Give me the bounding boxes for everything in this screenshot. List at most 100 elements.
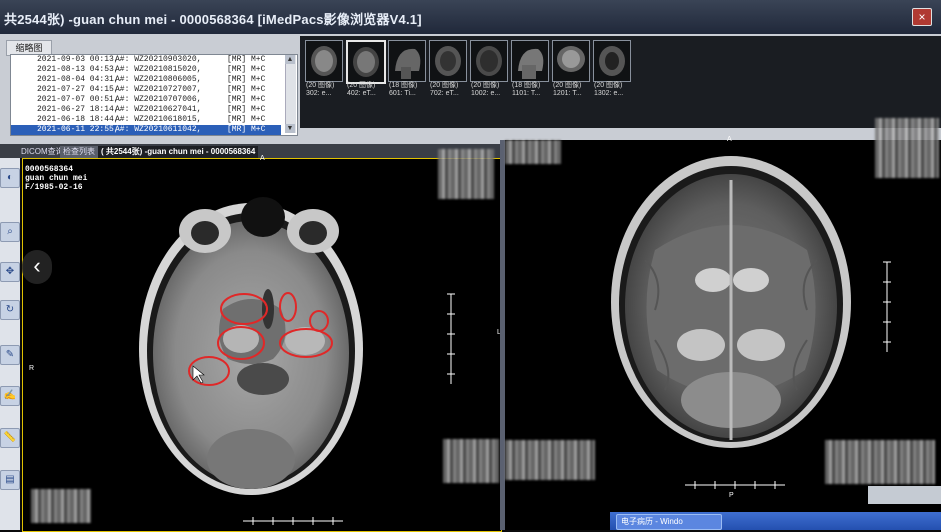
series-count: (18 图像): [389, 82, 418, 89]
series-desc: 702: eT...: [430, 90, 459, 97]
study-row[interactable]: 2021-08-13 04:53,A#: WZ20210815020, [MR] …: [11, 65, 281, 75]
study-tag: [MR] M+C: [227, 115, 266, 124]
study-date: 2021-06-27 18:14,: [37, 105, 119, 114]
study-row[interactable]: 2021-08-04 04:31,A#: WZ20210806005, [MR] …: [11, 75, 281, 85]
series-thumbnail[interactable]: [593, 40, 631, 82]
study-date: 2021-08-04 04:31,: [37, 75, 119, 84]
series-caption: (20 图像) 1002: e...: [471, 82, 517, 98]
study-row[interactable]: 2021-06-27 18:14,A#: WZ20210627041, [MR] …: [11, 105, 281, 115]
redacted-overlay: [505, 140, 561, 164]
series-caption: (20 图像) 302: e...: [306, 82, 352, 98]
window-title: 共2544张) -guan chun mei - 0000568364 [iMe…: [4, 12, 422, 27]
viewport-left[interactable]: 0000568364 guan chun mei F/1985-02-16 A …: [22, 149, 502, 532]
study-date: 2021-08-13 04:53,: [37, 65, 119, 74]
study-accession: A#: WZ20210707006,: [115, 95, 202, 104]
tab-current-patient[interactable]: ( 共2544张) -guan chun mei - 0000568364: [98, 146, 259, 158]
system-tray: [868, 486, 941, 504]
ruler-icon[interactable]: 📏: [0, 428, 20, 448]
close-button[interactable]: ×: [912, 8, 932, 26]
redacted-overlay: [31, 489, 91, 523]
redacted-overlay: [438, 149, 494, 199]
series-desc: 302: e...: [306, 90, 332, 97]
window-level-icon[interactable]: ◐: [0, 168, 20, 188]
study-tag: [MR] M+C: [227, 85, 266, 94]
study-accession: A#: WZ20210903020,: [115, 55, 202, 64]
pan-icon[interactable]: ✥: [0, 262, 20, 282]
patient-name: guan chun mei: [25, 174, 88, 183]
series-desc: 1302: e...: [594, 90, 624, 97]
orientation-marker-top: A: [260, 155, 265, 162]
previous-arrow-icon[interactable]: ‹: [22, 250, 52, 284]
patient-id: 0000568364: [25, 165, 74, 174]
rotate-icon[interactable]: ↻: [0, 300, 20, 320]
series-desc: 1101: T...: [512, 90, 541, 97]
viewport-right[interactable]: A P: [505, 118, 941, 530]
series-desc: 402: eT...: [347, 90, 376, 97]
study-row[interactable]: 2021-09-03 00:13,A#: WZ20210903020, [MR] …: [11, 55, 281, 65]
study-list[interactable]: 2021-09-03 00:13,A#: WZ20210903020, [MR] …: [10, 54, 298, 136]
redacted-overlay: [875, 118, 939, 178]
series-desc: 1201: T...: [553, 90, 582, 97]
annotate-icon[interactable]: ✍: [0, 386, 20, 406]
study-date: 2021-07-27 04:15,: [37, 85, 119, 94]
orientation-marker-top: A: [727, 136, 732, 143]
study-accession: A#: WZ20210627041,: [115, 105, 202, 114]
flair-axial-image: [139, 197, 455, 525]
study-tag: [MR] M+C: [227, 55, 266, 64]
study-row-selected[interactable]: 2021-06-11 22:55,A#: WZ20210611042, [MR] …: [11, 125, 281, 135]
series-caption: (20 图像) 702: eT...: [430, 82, 476, 98]
orientation-marker-bottom: P: [729, 492, 734, 499]
study-accession: A#: WZ20210727007,: [115, 85, 202, 94]
study-date: 2021-09-03 00:13,: [37, 55, 119, 64]
orientation-marker-left: R: [29, 365, 35, 372]
measure-icon[interactable]: ✎: [0, 345, 20, 365]
series-count: (20 图像): [471, 82, 500, 89]
tab-study-list[interactable]: 检查列表: [60, 146, 98, 158]
series-count: (20 图像): [594, 82, 623, 89]
study-date: 2021-07-07 00:51,: [37, 95, 119, 104]
series-count: (20 图像): [553, 82, 582, 89]
series-count: (20 图像): [306, 82, 335, 89]
study-accession: A#: WZ20210815020,: [115, 65, 202, 74]
patient-sex-dob: F/1985-02-16: [25, 183, 83, 192]
study-date: 2021-06-18 18:44,: [37, 115, 119, 124]
series-thumbnail-selected[interactable]: [346, 40, 386, 84]
study-tag: [MR] M+C: [227, 95, 266, 104]
series-thumbnail[interactable]: [429, 40, 467, 82]
study-tag: [MR] M+C: [227, 105, 266, 114]
series-thumbnail[interactable]: [511, 40, 549, 82]
series-desc: 601: Ti...: [389, 90, 416, 97]
series-thumbnail[interactable]: [305, 40, 343, 82]
redacted-overlay: [825, 440, 935, 484]
series-thumbnail[interactable]: [552, 40, 590, 82]
study-row[interactable]: 2021-06-18 18:44,A#: WZ20210618015, [MR] …: [11, 115, 281, 125]
study-row[interactable]: 2021-07-07 00:51,A#: WZ20210707006, [MR] …: [11, 95, 281, 105]
series-count: (18 图像): [512, 82, 541, 89]
series-caption: (20 图像) 1302: e...: [594, 82, 640, 98]
print-icon[interactable]: ▤: [0, 470, 20, 490]
study-row[interactable]: 2021-07-27 04:15,A#: WZ20210727007, [MR] …: [11, 85, 281, 95]
series-caption: (18 图像) 601: Ti...: [389, 82, 435, 98]
study-accession: A#: WZ20210806005,: [115, 75, 202, 84]
scroll-down-icon[interactable]: ▼: [285, 124, 295, 133]
zoom-icon[interactable]: ⌕: [0, 222, 20, 242]
study-date: 2021-06-11 22:55,: [37, 125, 119, 134]
study-list-scrollbar[interactable]: [285, 55, 296, 133]
series-caption: (18 图像) 1101: T...: [512, 82, 558, 98]
series-desc: 1002: e...: [471, 90, 501, 97]
series-thumbnail[interactable]: [470, 40, 508, 82]
redacted-overlay: [443, 439, 499, 483]
study-tag: [MR] M+C: [227, 75, 266, 84]
series-count: (20 图像): [347, 82, 376, 89]
study-accession: A#: WZ20210618015,: [115, 115, 202, 124]
scroll-up-icon[interactable]: ▲: [285, 55, 295, 64]
taskbar-item[interactable]: 电子病历 - Windo: [616, 514, 722, 530]
series-thumbnail[interactable]: [388, 40, 426, 82]
study-accession: A#: WZ20210611042,: [115, 125, 202, 134]
study-tag: [MR] M+C: [227, 125, 266, 134]
study-tag: [MR] M+C: [227, 65, 266, 74]
series-count: (20 图像): [430, 82, 459, 89]
redacted-overlay: [505, 440, 595, 480]
series-caption: (20 图像) 402: eT...: [347, 82, 393, 98]
series-caption: (20 图像) 1201: T...: [553, 82, 599, 98]
